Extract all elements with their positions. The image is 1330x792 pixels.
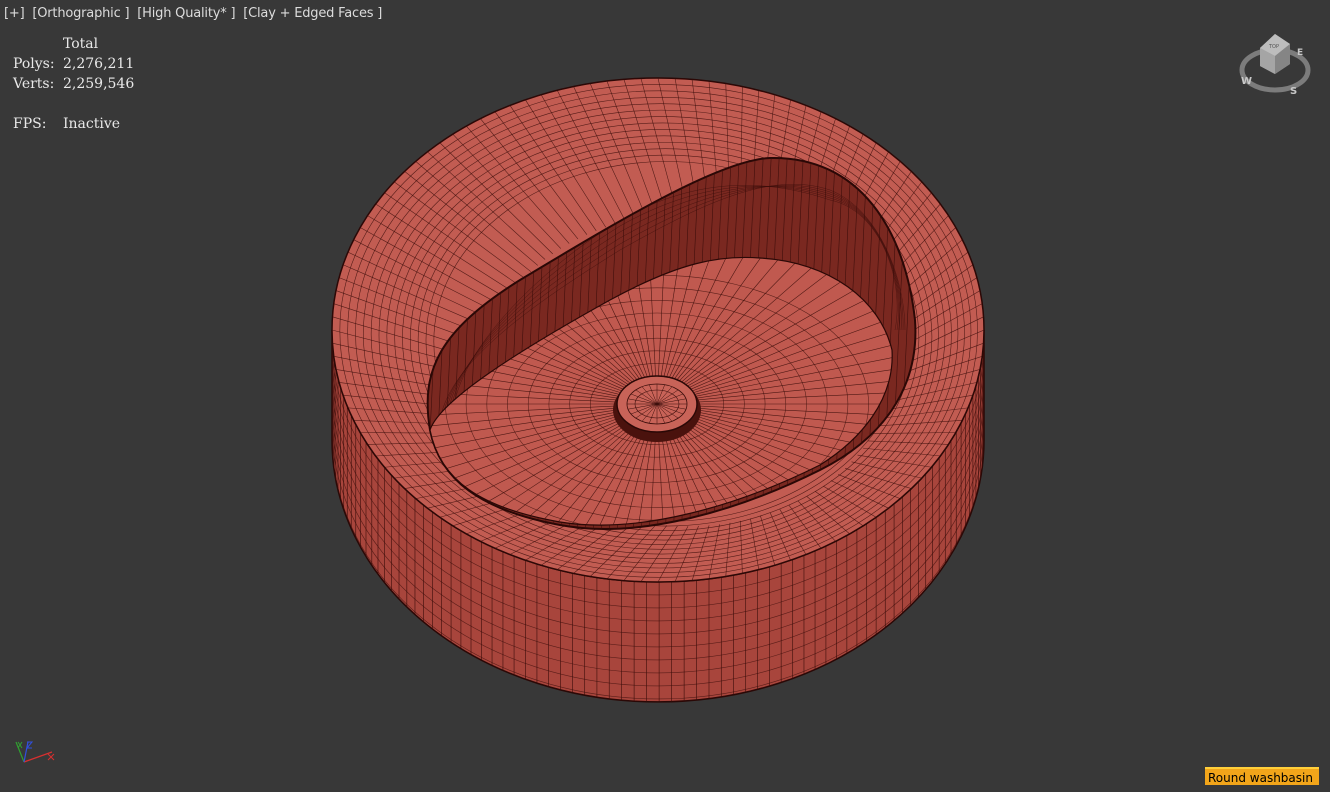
axis-tripod-icon — [15, 741, 55, 763]
washbasin-model[interactable] — [0, 0, 1330, 792]
drain-wireframe — [626, 383, 688, 425]
viewcube[interactable]: TOP W E S — [1238, 28, 1312, 98]
compass-s-label[interactable]: S — [1290, 86, 1297, 97]
viewcube-face-label[interactable]: TOP — [1268, 44, 1279, 50]
compass-e-label[interactable]: E — [1297, 48, 1303, 58]
compass-w-label[interactable]: W — [1241, 76, 1252, 87]
viewport[interactable]: [+] [Orthographic ] [High Quality* ] [Cl… — [0, 0, 1330, 792]
object-name-label[interactable]: Round washbasin — [1205, 767, 1319, 785]
